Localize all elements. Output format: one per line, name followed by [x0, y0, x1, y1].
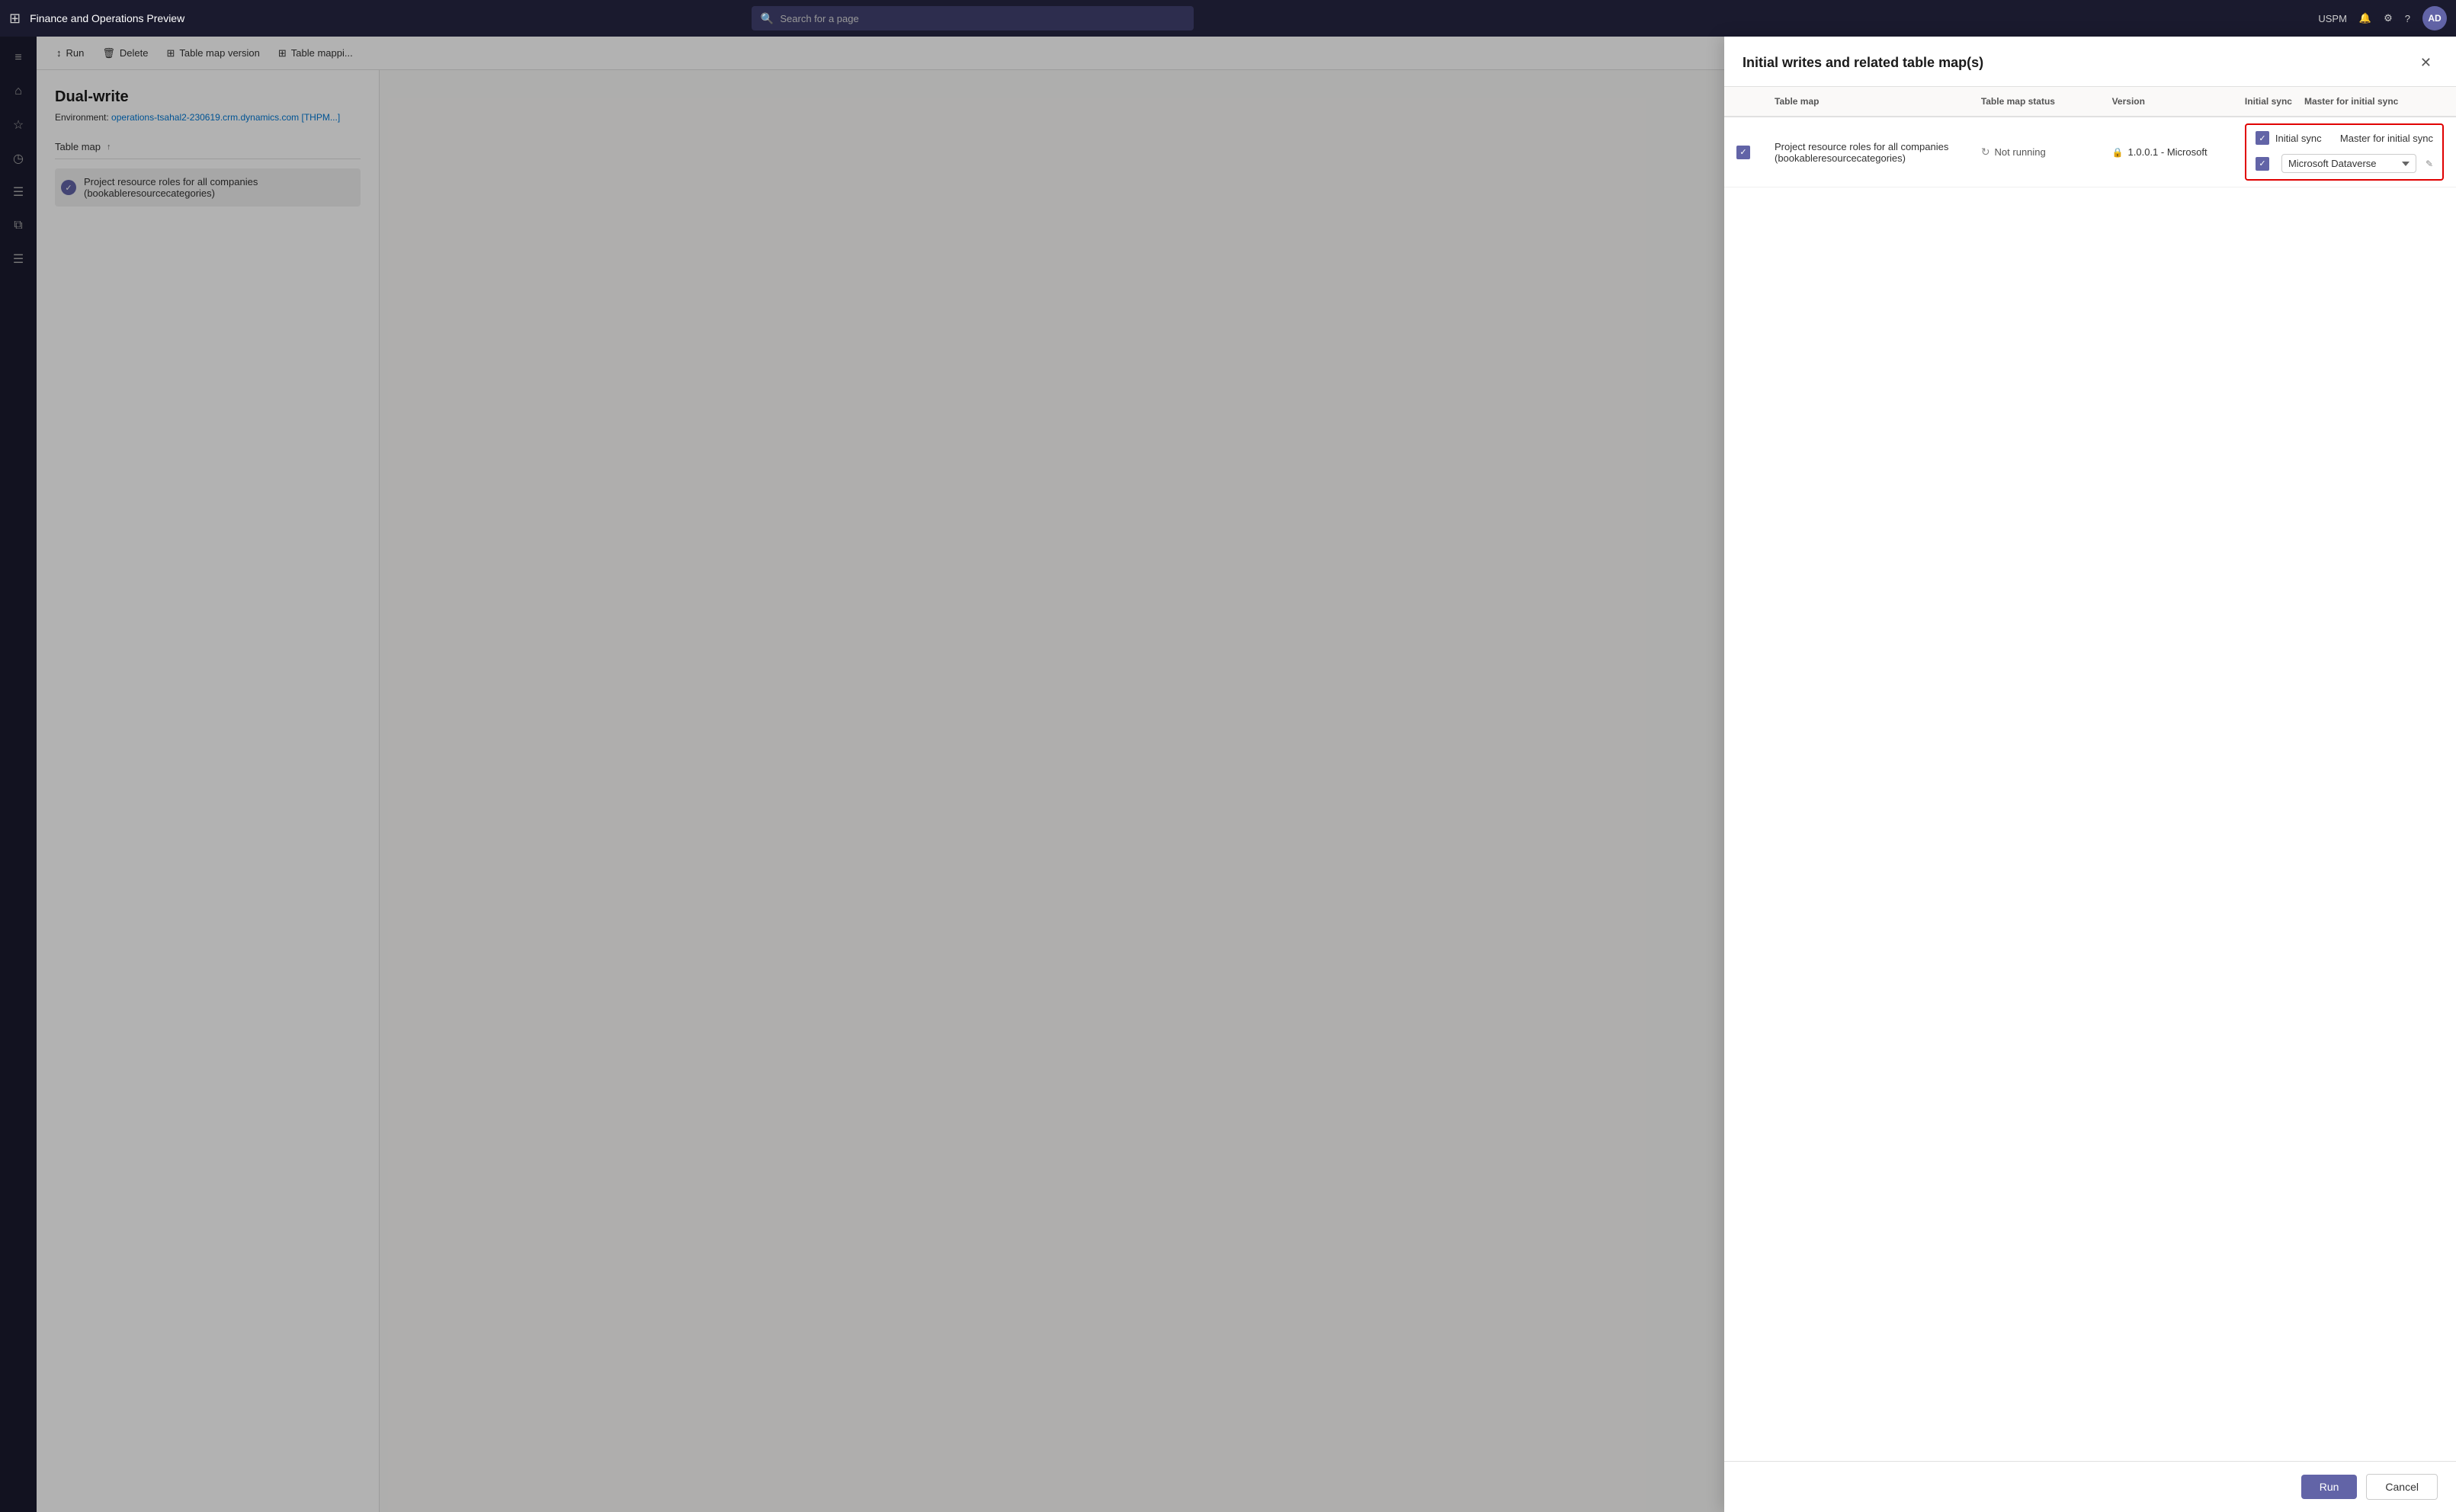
lock-icon: 🔒 [2112, 147, 2124, 158]
top-navigation: ⊞ Finance and Operations Preview 🔍 USPM … [0, 0, 2456, 37]
search-icon: 🔍 [761, 12, 774, 25]
master-header-label: Master for initial sync [2340, 133, 2433, 144]
row-initial-sync-checkbox[interactable]: ✓ [2256, 157, 2269, 171]
table-row: ✓ Project resource roles for all compani… [1724, 117, 2456, 187]
search-input[interactable] [780, 13, 1185, 24]
highlight-data-row: ✓ Microsoft Dataverse Finance and Operat… [2249, 151, 2439, 176]
avatar[interactable]: AD [2422, 6, 2447, 30]
highlight-header-row: ✓ Initial sync Master for initial sync [2249, 128, 2439, 148]
col-header-check [1724, 87, 1762, 117]
run-button[interactable]: Run [2301, 1475, 2358, 1499]
search-bar[interactable]: 🔍 [752, 6, 1194, 30]
initial-sync-highlight-box: ✓ Initial sync Master for initial sync ✓ [2245, 123, 2444, 181]
dialog-overlay: Initial writes and related table map(s) … [0, 37, 2456, 1512]
col-header-version: Version [2100, 87, 2233, 117]
status-badge: ↻ Not running [1981, 146, 2088, 159]
username-label: USPM [2318, 13, 2347, 24]
col-header-status: Table map status [1969, 87, 2100, 117]
help-icon[interactable]: ? [2405, 13, 2410, 24]
dialog-header: Initial writes and related table map(s) … [1724, 37, 2456, 87]
row-checkbox[interactable]: ✓ [1736, 146, 1750, 159]
initial-sync-header-label: Initial sync [2275, 133, 2322, 144]
col-header-initial-sync: Initial sync Master for initial sync [2233, 87, 2456, 117]
row-status: ↻ Not running [1969, 117, 2100, 187]
bell-icon[interactable]: 🔔 [2359, 12, 2371, 24]
cancel-button[interactable]: Cancel [2366, 1474, 2438, 1500]
gear-icon[interactable]: ⚙ [2384, 12, 2393, 24]
edit-icon[interactable]: ✎ [2426, 159, 2433, 169]
initial-sync-header-checkbox[interactable]: ✓ [2256, 131, 2269, 145]
nav-right: USPM 🔔 ⚙ ? AD [2318, 6, 2447, 30]
master-select[interactable]: Microsoft Dataverse Finance and Operatio… [2281, 154, 2416, 173]
app-title: Finance and Operations Preview [30, 12, 184, 24]
spin-icon: ↻ [1981, 146, 1990, 159]
close-button[interactable]: ✕ [2414, 52, 2438, 74]
grid-icon[interactable]: ⊞ [9, 11, 21, 27]
row-check-cell: ✓ [1724, 117, 1762, 187]
dialog-table: Table map Table map status Version Initi… [1724, 87, 2456, 187]
row-table-map: Project resource roles for all companies… [1762, 117, 1969, 187]
row-version: 🔒 1.0.0.1 - Microsoft [2100, 117, 2233, 187]
dialog-footer: Run Cancel [1724, 1461, 2456, 1512]
col-header-table-map: Table map [1762, 87, 1969, 117]
version-cell: 🔒 1.0.0.1 - Microsoft [2112, 146, 2220, 158]
row-sync-master: ✓ Initial sync Master for initial sync ✓ [2233, 117, 2456, 187]
dialog-title: Initial writes and related table map(s) [1743, 55, 1983, 71]
initial-writes-dialog: Initial writes and related table map(s) … [1724, 37, 2456, 1512]
dialog-body: Table map Table map status Version Initi… [1724, 87, 2456, 1461]
